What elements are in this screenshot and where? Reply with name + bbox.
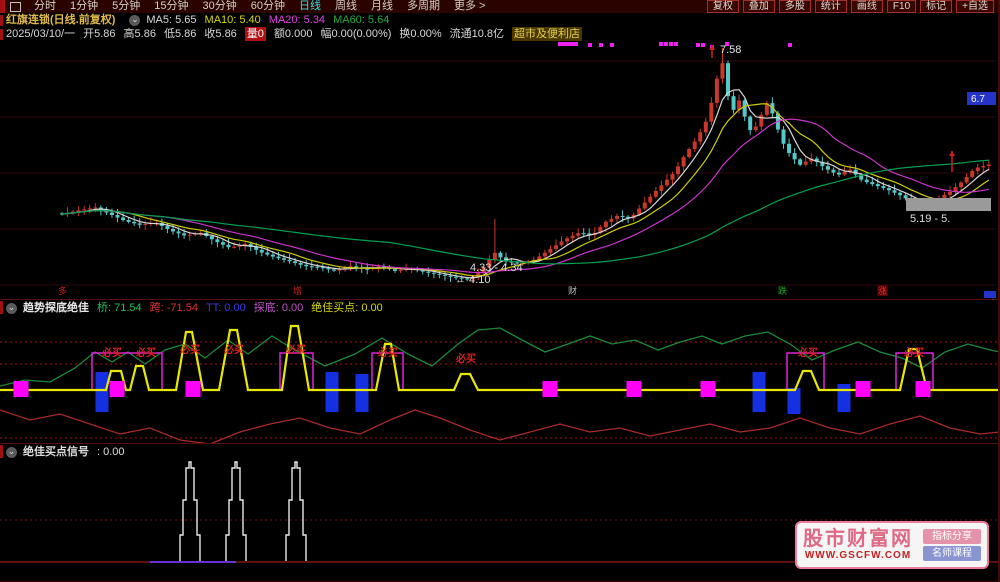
ohlc-field-2: 开5.86 — [83, 28, 116, 40]
ma-values: MA5: 5.65 MA10: 5.40 MA20: 5.34 MA60: 5.64 — [146, 13, 397, 27]
period-tab-8[interactable]: 周线 — [328, 0, 364, 12]
period-tab-4[interactable]: 15分钟 — [147, 0, 195, 12]
svg-text:财: 财 — [568, 285, 577, 296]
indicator1-chart[interactable]: 必买 必买 必买 必买 必买 必买必买必买 必买 — [0, 316, 1000, 443]
period-toolbar: 分时 1分钟 5分钟 15分钟 30分钟 60分钟 日线 周线 月线 多周期 更多 > 复权 叠加 多股… — [0, 0, 1000, 14]
buy-signal-label: 必买 — [455, 352, 476, 365]
svg-text:增: 增 — [293, 285, 302, 296]
trading-app-window: 分时 1分钟 5分钟 15分钟 30分钟 60分钟 日线 周线 月线 多周期 更多 > 复权 叠加 多股… — [0, 0, 1000, 582]
period-tab-9[interactable]: 月线 — [364, 0, 400, 12]
indicator1-value-5: 绝佳买点: 0.00 — [311, 302, 383, 314]
chevron-down-icon[interactable]: ⌄ — [6, 447, 17, 458]
toolbar-button-5[interactable]: 画线 — [850, 0, 883, 13]
ma-value-4: MA60: 5.64 — [333, 14, 390, 26]
toolbar-button-1[interactable]: 复权 — [706, 0, 739, 13]
period-tab-6[interactable]: 60分钟 — [244, 0, 292, 12]
svg-text:7.58: 7.58 — [720, 44, 741, 56]
ohlc-field-1: 2025/03/10/一 — [6, 28, 76, 40]
period-tab-3[interactable]: 5分钟 — [105, 0, 147, 12]
watermark-url: WWW.GSCFW.COM — [804, 550, 912, 561]
indicator2-header: ⌄ 绝佳买点信号 : 0.00 — [0, 443, 1000, 461]
buy-signal-label: 必买 — [135, 346, 156, 359]
stock-title: 红旗连锁(日线.前复权) — [6, 14, 116, 26]
main-candlestick-chart[interactable]: 7.58 6.7 5.19 - 5. 4.33 - 4.34← 4.10 多 增 财 跌 涨 — [0, 41, 1000, 299]
svg-text:4.33 - 4.34: 4.33 - 4.34 — [470, 262, 523, 274]
indicator1-header: ⌄ 趋势探底绝佳 桥: 71.54 跨: -71.54 TT: 0.00 探底: 0.… — [0, 299, 1000, 317]
buy-signal-label: 必买 — [101, 346, 122, 359]
toolbar-buttons: 复权 叠加 多股 统计 画线 F10 标记 +自选 — [705, 0, 1000, 13]
svg-text:5.19 - 5.: 5.19 - 5. — [910, 213, 950, 225]
indicator1-value-2: 跨: -71.54 — [149, 302, 198, 314]
window-edge-mark — [0, 301, 3, 314]
window-edge-mark — [0, 445, 3, 458]
indicator2-value: : 0.00 — [97, 446, 125, 458]
chevron-down-icon[interactable]: ⌄ — [129, 14, 141, 26]
period-tab-2[interactable]: 1分钟 — [63, 0, 105, 12]
toolbar-button-8[interactable]: +自选 — [956, 0, 994, 13]
period-tabs: 分时 1分钟 5分钟 15分钟 30分钟 60分钟 日线 周线 月线 多周期 更多 > — [27, 0, 492, 13]
ohlc-field-7: 额0.000 — [273, 28, 313, 40]
svg-text:← 4.10: ← 4.10 — [455, 274, 490, 286]
buy-signal-label: 必买 — [223, 343, 244, 356]
ohlc-field-10: 流通10.8亿 — [449, 28, 505, 40]
window-edge-mark — [0, 0, 3, 13]
watermark-badge-course: 名师课程 — [923, 546, 981, 561]
toolbar-button-4[interactable]: 统计 — [814, 0, 847, 13]
buy-signal-label: 必买 — [179, 343, 200, 356]
buy-signal-label: 必买 — [285, 343, 306, 356]
ohlc-field-6: 量0 — [244, 27, 266, 41]
ma-value-1: MA5: 5.65 — [146, 14, 197, 26]
indicator1-value-3: TT: 0.00 — [205, 302, 246, 314]
watermark-badges: 指标分享 名师课程 — [923, 527, 981, 563]
buy-signal-label: 必买 — [797, 346, 818, 359]
ohlc-row: 2025/03/10/一 开5.86 高5.86 低5.86 收5.86 量0 额0.000… — [0, 27, 1000, 41]
chevron-down-icon[interactable]: ⌄ — [6, 303, 17, 314]
svg-text:涨: 涨 — [878, 286, 887, 296]
watermark-brand: 股市财富网 WWW.GSCFW.COM — [803, 528, 913, 562]
indicator1-value-4: 探底: 0.00 — [253, 302, 304, 314]
buy-signal-label: 必买 — [377, 346, 398, 359]
toolbar-button-6[interactable]: F10 — [886, 0, 917, 13]
svg-text:6.7: 6.7 — [971, 94, 985, 105]
ma-value-2: MA10: 5.40 — [204, 14, 261, 26]
indicator1-values: 桥: 71.54 跨: -71.54 TT: 0.00 探底: 0.00 绝佳买点: 0… — [97, 300, 391, 317]
period-tab-11[interactable]: 更多 > — [447, 0, 492, 12]
ohlc-field-3: 高5.86 — [123, 28, 156, 40]
toolbar-button-7[interactable]: 标记 — [920, 0, 953, 13]
ma-value-3: MA20: 5.34 — [268, 14, 326, 26]
watermark-badge-share: 指标分享 — [923, 529, 981, 544]
period-tab-1[interactable]: 分时 — [27, 0, 63, 12]
indicator2-title[interactable]: 绝佳买点信号 — [23, 444, 89, 461]
ohlc-field-8: 幅0.00(0.00%) — [320, 28, 392, 40]
period-tab-7[interactable]: 日线 — [292, 0, 328, 12]
window-edge-mark — [0, 15, 3, 26]
ohlc-field-11: 超市及便利店 — [512, 27, 583, 41]
window-edge-mark — [0, 29, 3, 40]
ohlc-field-9: 换0.00% — [399, 28, 442, 40]
stock-info-row: 红旗连锁(日线.前复权) ⌄ MA5: 5.65 MA10: 5.40 MA20: … — [0, 13, 1000, 27]
buy-signal-label: 必买 — [903, 346, 924, 359]
period-tab-10[interactable]: 多周期 — [400, 0, 447, 12]
indicator1-title[interactable]: 趋势探底绝佳 — [23, 300, 89, 317]
toolbar-button-3[interactable]: 多股 — [778, 0, 811, 13]
svg-text:多: 多 — [58, 285, 67, 296]
indicator1-value-1: 桥: 71.54 — [97, 302, 142, 314]
ohlc-field-4: 低5.86 — [163, 28, 197, 40]
watermark-box: 股市财富网 WWW.GSCFW.COM 指标分享 名师课程 — [795, 521, 989, 569]
window-icon[interactable] — [10, 1, 21, 12]
toolbar-button-2[interactable]: 叠加 — [742, 0, 775, 13]
watermark-title: 股市财富网 — [803, 528, 913, 550]
ohlc-field-5: 收5.86 — [204, 28, 237, 40]
period-tab-5[interactable]: 30分钟 — [196, 0, 244, 12]
svg-text:跌: 跌 — [778, 286, 787, 296]
